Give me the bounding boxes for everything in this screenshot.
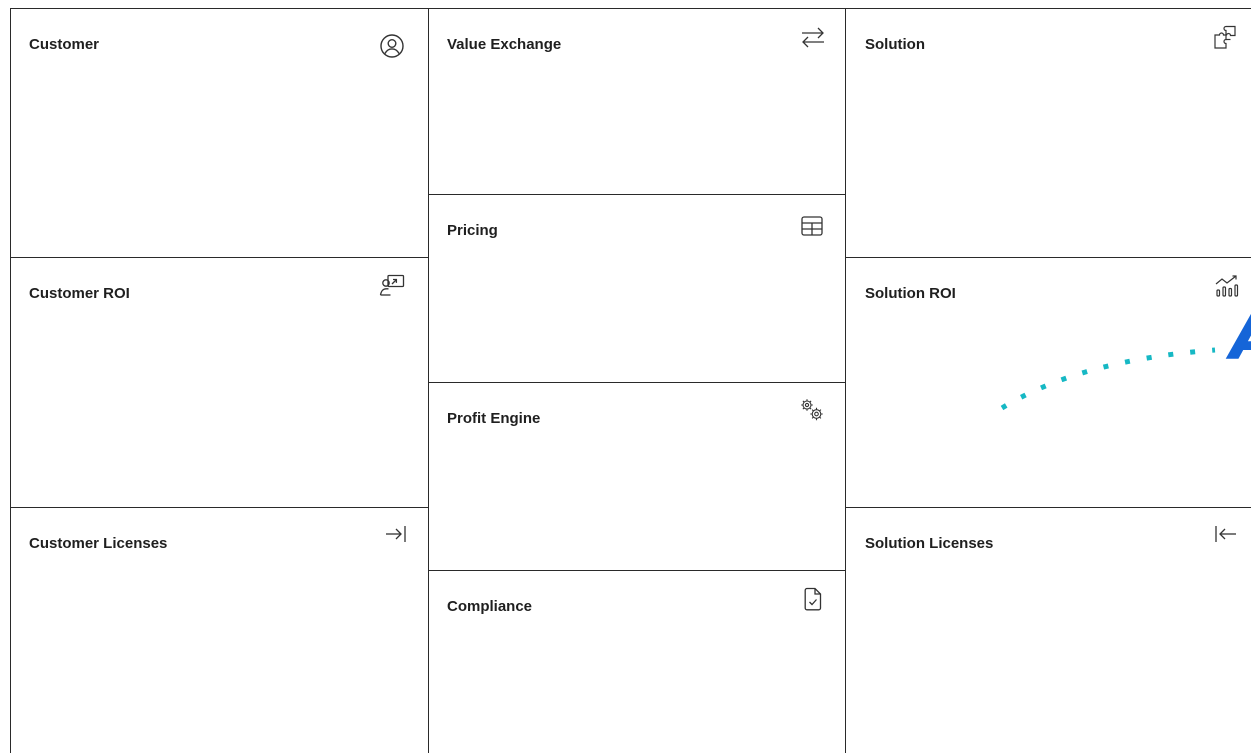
arrow-right-to-bar-icon	[382, 520, 410, 548]
cell-title-solution-roi: Solution ROI	[865, 285, 956, 302]
cell-solution-licenses[interactable]: Solution Licenses	[846, 508, 1251, 753]
cell-title-compliance: Compliance	[447, 598, 533, 615]
cell-compliance[interactable]: Compliance	[428, 571, 846, 753]
presentation-chart-icon	[378, 272, 406, 300]
cell-title-customer-licenses: Customer Licenses	[29, 535, 168, 552]
bar-chart-trend-icon	[1213, 272, 1241, 300]
cell-pricing[interactable]: Pricing	[428, 195, 846, 383]
user-circle-icon	[378, 32, 406, 60]
brand-logo-letter: A	[1230, 302, 1251, 372]
canvas-board: Customer Customer ROI Customer Licenses	[0, 0, 1251, 753]
cell-title-profit-engine: Profit Engine	[447, 410, 541, 427]
document-check-icon	[799, 585, 827, 613]
cell-value-exchange[interactable]: Value Exchange	[428, 9, 846, 195]
cell-title-pricing: Pricing	[447, 222, 498, 239]
grid-line-mid-row2	[428, 382, 846, 383]
arrow-left-from-bar-icon	[1211, 520, 1239, 548]
grid-line-right-row1	[845, 257, 1251, 258]
grid-line-right-row2	[845, 507, 1251, 508]
grid-line-left	[10, 8, 11, 753]
cell-title-customer-roi: Customer ROI	[29, 285, 130, 302]
cell-profit-engine[interactable]: Profit Engine	[428, 383, 846, 571]
cell-solution[interactable]: Solution	[846, 9, 1251, 258]
grid-line-col1	[428, 8, 429, 753]
cell-customer[interactable]: Customer	[10, 9, 428, 258]
cell-title-solution: Solution	[865, 36, 925, 53]
cell-title-customer: Customer	[29, 36, 100, 53]
grid-line-left-row2	[10, 507, 428, 508]
cell-customer-licenses[interactable]: Customer Licenses	[10, 508, 428, 753]
puzzle-icon	[1211, 24, 1239, 52]
grid-line-top	[10, 8, 1251, 9]
cell-solution-roi[interactable]: Solution ROI	[846, 258, 1251, 508]
table-icon	[798, 212, 826, 240]
grid-line-left-row1	[10, 257, 428, 258]
cell-title-value-exchange: Value Exchange	[447, 36, 562, 53]
cell-customer-roi[interactable]: Customer ROI	[10, 258, 428, 508]
arrows-exchange-icon	[799, 23, 827, 51]
grid-line-col2	[845, 8, 846, 753]
gears-icon	[798, 396, 826, 424]
cell-title-solution-licenses: Solution Licenses	[865, 535, 994, 552]
grid-line-mid-row1	[428, 194, 846, 195]
grid-line-mid-row3	[428, 570, 846, 571]
